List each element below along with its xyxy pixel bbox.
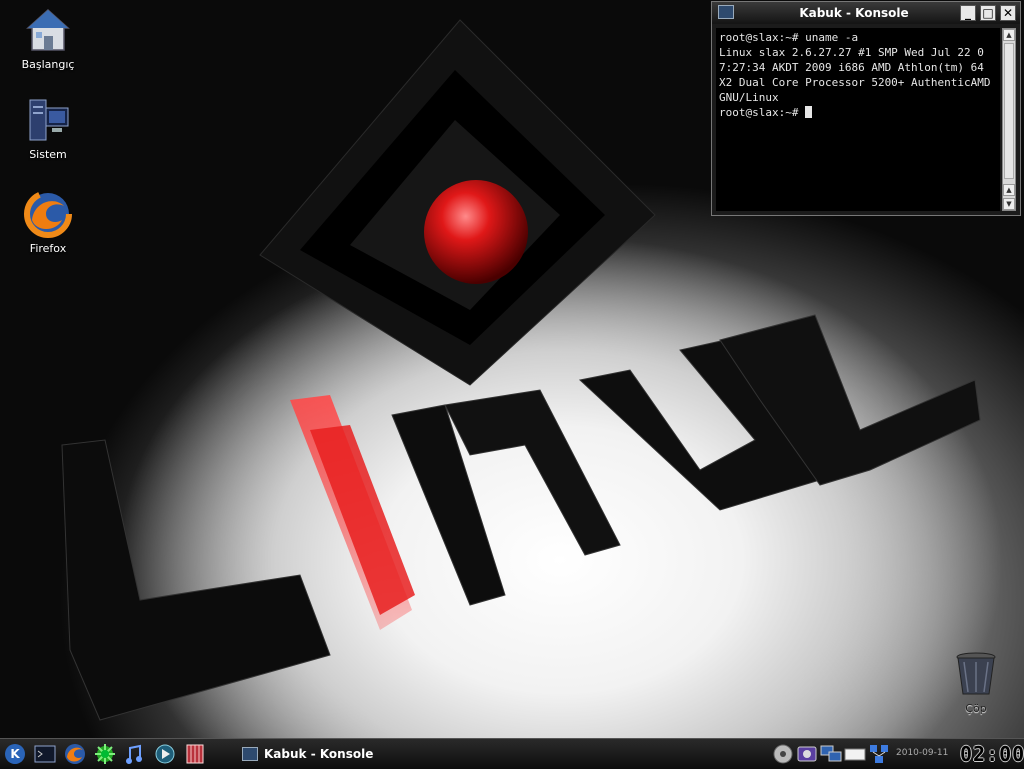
tray-clock[interactable]: 02:00 (960, 742, 1024, 766)
desktop-icon-baslangic[interactable]: Başlangıç (0, 6, 96, 71)
terminal-icon (242, 747, 258, 761)
kdoc-icon[interactable] (184, 743, 206, 765)
scroll-thumb[interactable] (1004, 43, 1014, 179)
svg-text:K: K (10, 747, 20, 761)
terminal-line: Linux slax 2.6.27.27 #1 SMP Wed Jul 22 0… (719, 46, 998, 104)
trash-icon (956, 652, 996, 695)
minimize-button[interactable]: _ (960, 5, 976, 21)
desktop-icon-firefox[interactable]: Firefox (0, 190, 96, 255)
keyboard-icon[interactable] (844, 743, 866, 765)
desktop-icon-label: Çöp (965, 702, 987, 715)
taskbar-task-konsole[interactable]: Kabuk - Konsole (242, 743, 442, 765)
desktop-icon-sistem[interactable]: Sistem (0, 96, 96, 161)
scroll-down-arrow-icon[interactable]: ▼ (1003, 198, 1015, 210)
taskbar: K Kabuk - Konsole 2010-09-11 02:00 (0, 738, 1024, 769)
computer-icon (29, 99, 69, 141)
klipper-icon[interactable] (796, 743, 818, 765)
firefox-icon[interactable] (64, 743, 86, 765)
task-label: Kabuk - Konsole (264, 747, 374, 761)
terminal-icon[interactable] (34, 743, 56, 765)
close-button[interactable]: ✕ (1000, 5, 1016, 21)
amarok-icon[interactable] (124, 743, 146, 765)
desktop-icon-cop[interactable]: Çöp (928, 650, 1024, 715)
desktop-icon-label: Sistem (29, 148, 67, 161)
terminal-prompt: root@slax:~# (719, 106, 806, 119)
network-icon[interactable] (820, 743, 842, 765)
desktop-icon-label: Firefox (29, 242, 67, 255)
maximize-button[interactable]: □ (980, 5, 996, 21)
home-icon (26, 8, 70, 51)
terminal-icon (718, 5, 734, 19)
media-icon[interactable] (772, 743, 794, 765)
terminal-line: root@slax:~# uname -a (719, 31, 859, 44)
terminal-output[interactable]: root@slax:~# uname -a Linux slax 2.6.27.… (716, 28, 1000, 211)
kde-menu-icon[interactable]: K (4, 743, 26, 765)
scroll-up-arrow-icon[interactable]: ▲ (1003, 29, 1015, 41)
scroll-up-arrow-icon[interactable]: ▲ (1003, 184, 1015, 196)
network-share-icon[interactable] (868, 743, 890, 765)
tray-date: 2010-09-11 (896, 748, 949, 758)
konsole-window[interactable]: Kabuk - Konsole _ □ ✕ root@slax:~# uname… (711, 1, 1021, 216)
konsole-titlebar[interactable]: Kabuk - Konsole _ □ ✕ (712, 2, 1020, 24)
vertical-scrollbar[interactable]: ▲ ▲ ▼ (1002, 28, 1016, 211)
firefox-icon (24, 190, 72, 238)
kget-icon[interactable] (94, 743, 116, 765)
kaffeine-icon[interactable] (154, 743, 176, 765)
desktop-icon-label: Başlangıç (21, 58, 75, 71)
window-title: Kabuk - Konsole (799, 6, 909, 20)
text-cursor (805, 106, 813, 118)
